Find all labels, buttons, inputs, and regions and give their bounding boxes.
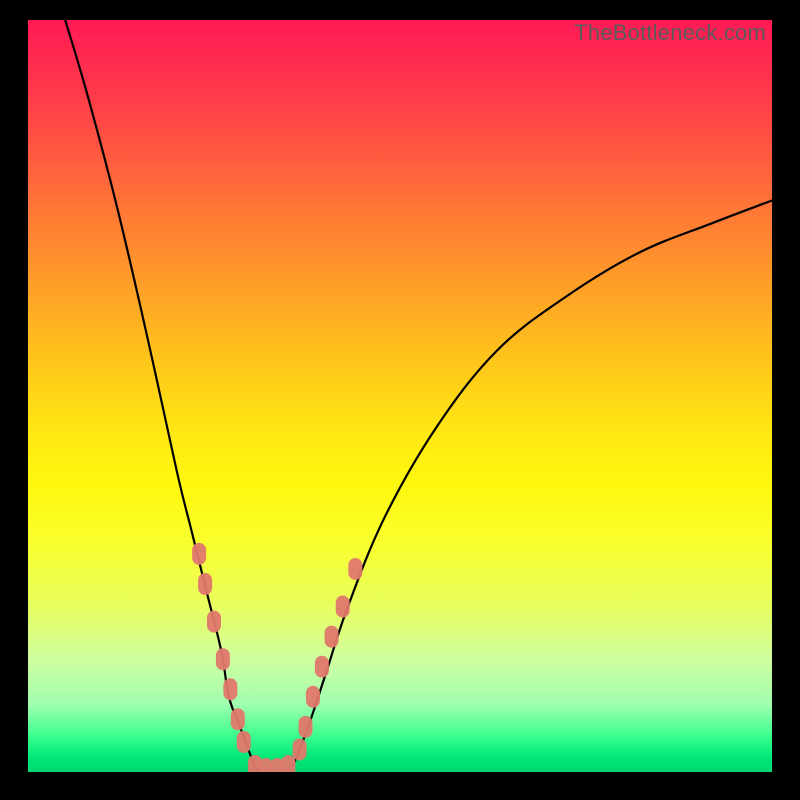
data-bead (299, 716, 313, 738)
data-bead (216, 648, 230, 670)
curve-svg (28, 20, 772, 772)
data-bead (293, 738, 307, 760)
data-bead (315, 656, 329, 678)
data-bead (207, 611, 221, 633)
data-bead (231, 708, 245, 730)
data-bead (281, 755, 295, 772)
plot-area: TheBottleneck.com (28, 20, 772, 772)
data-bead (348, 558, 362, 580)
chart-frame: TheBottleneck.com (0, 0, 800, 800)
data-bead (198, 573, 212, 595)
data-bead (192, 543, 206, 565)
bottleneck-curve (65, 20, 772, 772)
data-bead (223, 678, 237, 700)
data-bead (306, 686, 320, 708)
data-bead (325, 626, 339, 648)
data-bead (336, 596, 350, 618)
data-bead (237, 731, 251, 753)
data-beads (192, 543, 362, 772)
